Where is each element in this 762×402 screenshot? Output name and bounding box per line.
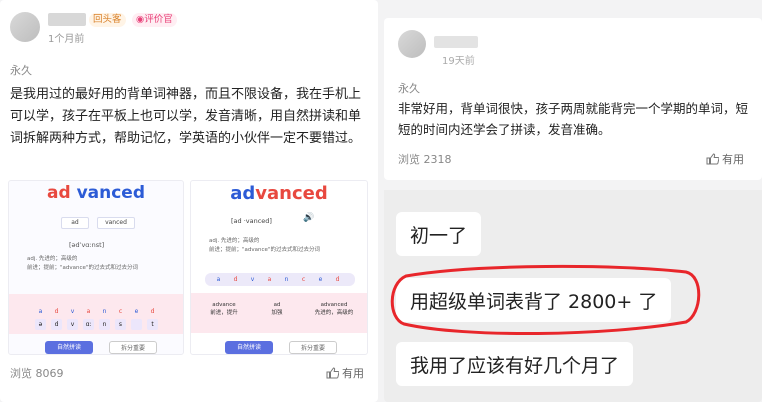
letter-key[interactable]: n <box>99 306 110 317</box>
letter-key[interactable]: d <box>147 306 158 317</box>
avatar[interactable] <box>398 30 426 58</box>
letter-key[interactable]: e <box>131 306 142 317</box>
useful-label: 有用 <box>342 367 364 380</box>
phonetic-key: ɑː <box>83 319 94 330</box>
highlight-circle <box>390 264 701 336</box>
phonetic-key: ə <box>35 319 46 330</box>
morph-block: ad 加强 <box>271 302 283 316</box>
letter-row: a d v a n c e d <box>35 306 158 317</box>
avatar[interactable] <box>10 12 40 42</box>
letter-key[interactable]: a <box>83 306 94 317</box>
phonetic: [ədˈvɑːnst] <box>69 241 105 249</box>
review-time: 1个月前 <box>48 34 85 45</box>
letter-key[interactable]: e <box>315 274 326 285</box>
thumbs-up-icon <box>706 153 719 165</box>
definition-1: adj. 先进的；高级的 <box>209 238 260 244</box>
letter-key[interactable]: a <box>264 274 275 285</box>
phonetic-key <box>131 319 142 330</box>
morph-block: advanced 先进的，高级的 <box>314 302 354 316</box>
review-time: 19天前 <box>442 56 475 67</box>
useful-button[interactable]: 有用 <box>706 151 744 167</box>
phonetic-key: t <box>147 319 158 330</box>
split-chip: ad <box>61 217 89 229</box>
review-card-left: 回头客 ◉评价官 1个月前 永久 是我用过的最好用的背单词神器，而且不限设备，我… <box>0 0 378 402</box>
split-button[interactable]: 拆分重要 <box>289 341 337 354</box>
review-image-a[interactable]: ad vanced ad vanced [ədˈvɑːnst] adj. 先进的… <box>8 180 184 355</box>
word-title: ad vanced <box>47 183 145 203</box>
morph-block: advance 前进，提升 <box>210 302 238 316</box>
letter-key[interactable]: a <box>213 274 224 285</box>
phonetic-key: s <box>115 319 126 330</box>
purchase-spec: 永久 <box>10 64 32 77</box>
review-text: 是我用过的最好用的背单词神器，而且不限设备，我在手机上可以学，孩子在平板上也可以… <box>10 87 362 146</box>
phonetic-key: d <box>51 319 62 330</box>
username-blurred <box>48 13 86 26</box>
phonetic-row: ə d v ɑː n s t <box>35 319 158 330</box>
reviewer-badge: ◉评价官 <box>132 13 177 27</box>
phonics-button[interactable]: 自然拼读 <box>225 341 273 354</box>
definition-2: 前进；提前；"advance"的过去式和过去分词 <box>27 265 138 271</box>
letter-key[interactable]: d <box>332 274 343 285</box>
letter-key[interactable]: v <box>247 274 258 285</box>
letter-key[interactable]: c <box>115 306 126 317</box>
word-title: advanced <box>230 183 328 204</box>
phonics-button[interactable]: 自然拼读 <box>45 341 93 354</box>
review-image-b[interactable]: advanced [ad ·vanced] 🔊 adj. 先进的；高级的 前进；… <box>190 180 368 355</box>
view-count: 浏览 2318 <box>398 153 452 166</box>
review-card-right: 19天前 永久 非常好用，背单词很快，孩子两周就能背完一个学期的单词，短短的时间… <box>384 0 762 402</box>
split-line: [ad ·vanced] <box>231 217 272 225</box>
useful-label: 有用 <box>722 153 744 166</box>
view-count: 浏览 8069 <box>10 367 64 380</box>
useful-button[interactable]: 有用 <box>326 365 364 381</box>
split-button[interactable]: 拆分重要 <box>109 341 157 354</box>
definition-2: 前进；提前；"advance"的过去式和过去分词 <box>209 247 320 253</box>
chat-bubble: 初一了 <box>396 212 482 256</box>
letter-row: a d v a n c e d <box>213 274 343 285</box>
purchase-spec: 永久 <box>398 82 420 95</box>
split-chip: vanced <box>97 217 135 229</box>
username-blurred <box>434 36 478 48</box>
letter-key[interactable]: a <box>35 306 46 317</box>
speaker-icon[interactable]: 🔊 <box>303 213 314 223</box>
letter-key[interactable]: c <box>298 274 309 285</box>
letter-key[interactable]: d <box>51 306 62 317</box>
thumbs-up-icon <box>326 367 339 379</box>
letter-key[interactable]: v <box>67 306 78 317</box>
letter-key[interactable]: d <box>230 274 241 285</box>
returning-customer-badge: 回头客 <box>89 13 126 27</box>
phonetic-key: v <box>67 319 78 330</box>
phonetic-key: n <box>99 319 110 330</box>
definition-1: adj. 先进的；高级的 <box>27 256 78 262</box>
review-text: 非常好用，背单词很快，孩子两周就能背完一个学期的单词，短短的时间内还学会了拼读，… <box>398 101 749 137</box>
chat-bubble: 我用了应该有好几个月了 <box>396 342 634 386</box>
letter-key[interactable]: n <box>281 274 292 285</box>
